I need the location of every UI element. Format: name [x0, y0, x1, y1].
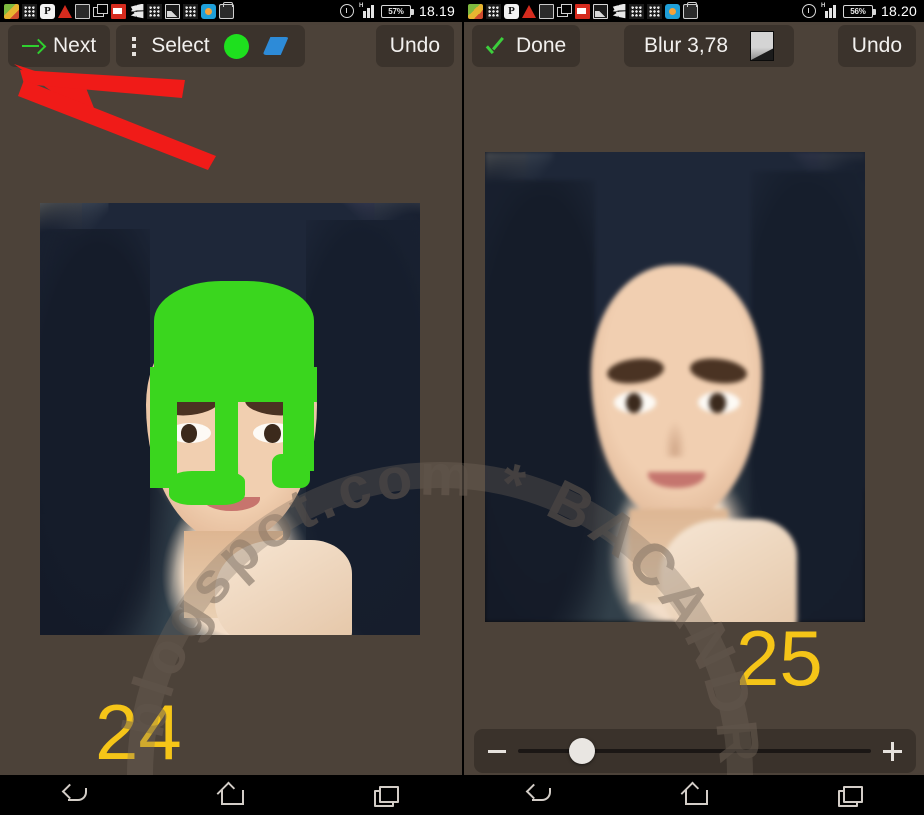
next-button[interactable]: Next: [8, 25, 111, 67]
signal-network-label: H: [820, 3, 826, 9]
recents-icon[interactable]: [368, 781, 402, 809]
pinterest-icon: P: [40, 3, 55, 19]
sim-icon: [539, 3, 554, 19]
system-nav-bar-left: [0, 775, 462, 815]
panel-left-step-24: P H 57% 18.19 Next Select Undo 24: [0, 0, 462, 815]
selection-mask-stroke: [154, 280, 314, 376]
plus-icon[interactable]: [883, 741, 902, 761]
screenshot-root: P H 57% 18.19 Next Select Undo 24 P H 56…: [0, 0, 924, 815]
warning-icon: [58, 5, 72, 18]
minus-icon[interactable]: [488, 749, 506, 753]
next-button-label: Next: [53, 34, 97, 57]
kebab-menu-icon[interactable]: [132, 36, 137, 56]
recents-icon[interactable]: [832, 781, 866, 809]
done-button[interactable]: Done: [472, 25, 581, 67]
message-icon: [111, 3, 126, 19]
photo-image-left: [40, 203, 420, 635]
blur-preview-icon[interactable]: [750, 31, 775, 61]
status-bar-right-indicators: H 56% 18.20: [801, 3, 920, 19]
status-bar-clock: 18.20: [880, 3, 917, 19]
red-arrow-annotation-next: [14, 64, 216, 170]
home-icon: [468, 3, 483, 19]
selection-mask-stroke: [214, 393, 238, 480]
battery-indicator: 56%: [842, 4, 876, 18]
photo-canvas-left[interactable]: [40, 203, 420, 635]
status-bar-right: P H 56% 18.20: [464, 0, 924, 22]
photo-pupil-right: [264, 424, 281, 444]
toolbar-right: Done Blur 3,78 Undo: [464, 22, 924, 70]
alarm-clock-icon: [339, 4, 354, 18]
system-nav-bar-right: [464, 775, 924, 815]
back-icon[interactable]: [60, 781, 94, 809]
photo-nose: [663, 419, 687, 458]
gallery-icon: [165, 3, 180, 19]
status-bar-left-indicators: H 57% 18.19: [339, 3, 458, 19]
camera-icon: [665, 3, 680, 19]
signal-network-label: H: [358, 3, 364, 9]
slider-track[interactable]: [518, 738, 871, 764]
warning-icon: [522, 5, 536, 18]
photo-hair-left: [40, 228, 151, 635]
gallery-icon: [593, 3, 608, 19]
alarm-clock-icon: [801, 4, 816, 18]
undo-button-left[interactable]: Undo: [375, 25, 454, 67]
undo-button-left-label: Undo: [389, 34, 440, 57]
undo-button-right-label: Undo: [851, 34, 902, 57]
home-icon: [4, 3, 19, 19]
camera-icon: [201, 3, 216, 19]
battery-indicator: 57%: [380, 4, 414, 18]
blackberry-dots-icon: [629, 3, 644, 19]
arrow-right-icon: [22, 39, 44, 53]
toolbar-left: Next Select Undo: [0, 22, 462, 70]
copy-icon: [93, 3, 108, 19]
status-bar-right-icons: P: [468, 1, 802, 19]
home-nav-icon[interactable]: [214, 781, 248, 809]
photo-image-right: [485, 152, 865, 622]
panel-right-step-25: P H 56% 18.20 Done Blur 3,78 Undo 25: [462, 0, 924, 815]
sim-icon: [75, 3, 90, 19]
status-bar-left: P H 57% 18.19: [0, 0, 462, 22]
checkmark-icon: [486, 38, 507, 55]
back-icon[interactable]: [524, 781, 558, 809]
status-bar-clock: 18.19: [418, 3, 455, 19]
selection-mask-stroke: [150, 393, 177, 489]
blackberry-icon: [22, 3, 37, 19]
shop-icon: [219, 1, 234, 19]
home-nav-icon[interactable]: [678, 781, 712, 809]
blur-amount-button[interactable]: Blur 3,78: [623, 25, 795, 67]
selection-mask-stroke: [169, 470, 246, 506]
pinterest-icon: P: [504, 3, 519, 19]
blackberry-dots2-icon: [183, 3, 198, 19]
step-number-left: 24: [95, 688, 182, 776]
blackberry-dots-icon: [147, 3, 162, 19]
photo-hair-left: [485, 180, 596, 622]
message-icon: [575, 3, 590, 19]
select-tool-button[interactable]: Select: [116, 25, 305, 67]
slider-thumb[interactable]: [568, 738, 595, 764]
select-tool-label: Select: [151, 34, 210, 57]
windows-icon: [130, 3, 144, 19]
status-bar-left-icons: P: [4, 1, 340, 19]
done-button-label: Done: [516, 34, 567, 57]
windows-icon: [612, 3, 626, 19]
photo-hand: [659, 518, 797, 622]
signal-icon: H: [820, 3, 838, 18]
undo-button-right[interactable]: Undo: [837, 25, 916, 67]
green-brush-swatch-icon[interactable]: [223, 33, 249, 59]
selection-mask-stroke: [271, 453, 310, 489]
blur-intensity-slider[interactable]: [474, 729, 916, 773]
step-number-right: 25: [736, 614, 823, 702]
shop-icon: [683, 1, 698, 19]
copy-icon: [557, 3, 572, 19]
eraser-icon[interactable]: [262, 37, 289, 55]
blackberry-icon: [486, 3, 501, 19]
blackberry-dots2-icon: [647, 3, 662, 19]
signal-icon: H: [358, 3, 376, 18]
photo-hand: [214, 539, 352, 635]
photo-pupil-right: [709, 392, 726, 414]
photo-canvas-right[interactable]: [485, 152, 865, 622]
blur-amount-label: Blur 3,78: [643, 34, 729, 57]
